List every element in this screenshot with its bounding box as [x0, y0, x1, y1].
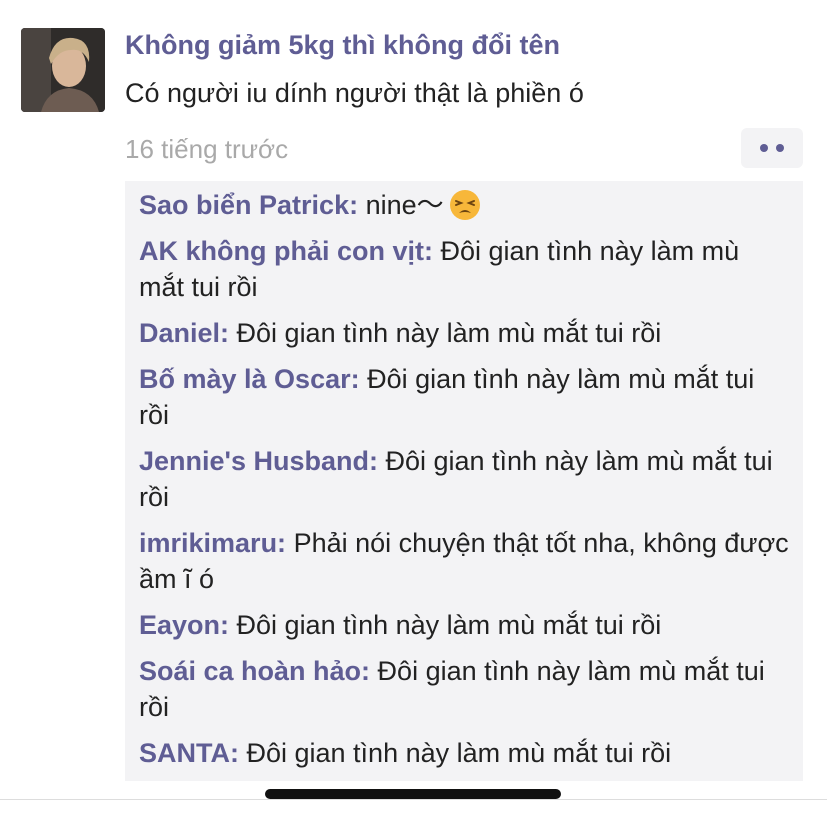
comment-author[interactable]: SANTA: — [139, 738, 239, 768]
comment-item: Soái ca hoàn hảo: Đôi gian tình này làm … — [139, 653, 789, 725]
comment-item: Jennie's Husband: Đôi gian tình này làm … — [139, 443, 789, 515]
divider — [0, 799, 827, 800]
avatar-photo — [21, 28, 105, 112]
comment-item: imrikimaru: Phải nói chuyện thật tốt nha… — [139, 525, 789, 597]
post-author[interactable]: Không giảm 5kg thì không đổi tên — [125, 30, 560, 61]
tilde-glyph: 〜 — [416, 190, 444, 220]
comment-author[interactable]: Bố mày là Oscar: — [139, 364, 360, 394]
tired-face-emoji — [449, 190, 480, 220]
comment-item: Daniel: Đôi gian tình này làm mù mắt tui… — [139, 315, 789, 351]
comment-author[interactable]: imrikimaru: — [139, 528, 286, 558]
comment-text: Đôi gian tình này làm mù mắt tui rồi — [229, 318, 662, 348]
more-button[interactable] — [741, 128, 803, 168]
comment-text: nine — [358, 190, 417, 220]
comment-item: SANTA: Đôi gian tình này làm mù mắt tui … — [139, 735, 789, 771]
comment-text: Đôi gian tình này làm mù mắt tui rồi — [238, 738, 672, 768]
comment-item: Sao biển Patrick: nine〜 — [139, 187, 789, 223]
post-time: 16 tiếng trước — [125, 134, 289, 164]
comment-author[interactable]: Jennie's Husband: — [139, 446, 378, 476]
more-dots-icon — [776, 144, 784, 152]
comment-item: Eayon: Đôi gian tình này làm mù mắt tui … — [139, 607, 789, 643]
avatar[interactable] — [21, 28, 105, 112]
comment-item: AK không phải con vịt: Đôi gian tình này… — [139, 233, 789, 305]
comment-author[interactable]: Daniel: — [139, 318, 229, 348]
comments-panel: Sao biển Patrick: nine〜 AK không phải co… — [125, 181, 803, 781]
home-indicator[interactable] — [265, 789, 561, 799]
post-content: Có người iu dính người thật là phiền ó — [125, 78, 584, 108]
comment-author[interactable]: Sao biển Patrick: — [139, 190, 358, 220]
post: Không giảm 5kg thì không đổi tên Có ngườ… — [0, 0, 827, 815]
comment-author[interactable]: Soái ca hoàn hảo: — [139, 656, 370, 686]
comment-item: Bố mày là Oscar: Đôi gian tình này làm m… — [139, 361, 789, 433]
comment-author[interactable]: Eayon: — [139, 610, 229, 640]
comment-text: Đôi gian tình này làm mù mắt tui rồi — [229, 610, 662, 640]
comment-author[interactable]: AK không phải con vịt: — [139, 236, 433, 266]
more-dots-icon — [760, 144, 768, 152]
